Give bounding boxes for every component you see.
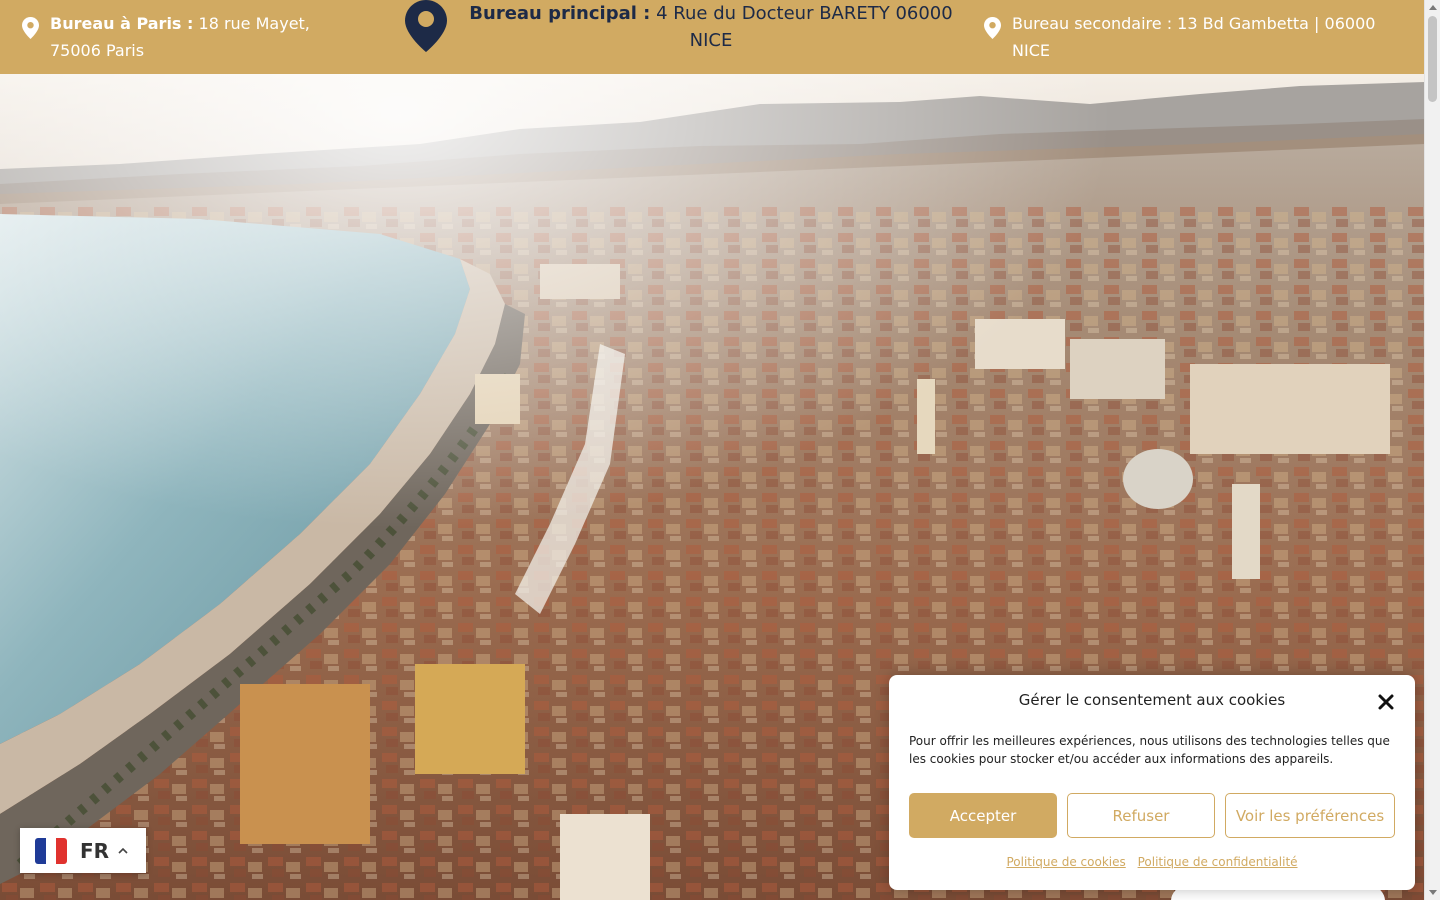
cookie-policy-link[interactable]: Politique de cookies: [1006, 855, 1125, 869]
map-pin-icon: [22, 17, 39, 39]
address-bar: Bureau à Paris : 18 rue Mayet, 75006 Par…: [0, 0, 1425, 74]
language-code: FR: [80, 838, 110, 863]
map-pin-icon: [984, 17, 1001, 39]
cookie-banner-text: Pour offrir les meilleures expériences, …: [909, 734, 1390, 766]
scroll-thumb[interactable]: [1428, 16, 1437, 102]
main-office: Bureau principal : 4 Rue du Docteur BARE…: [405, 0, 965, 54]
cookie-consent-banner: Gérer le consentement aux cookies Pour o…: [889, 675, 1415, 890]
cookie-banner-title: Gérer le consentement aux cookies: [1018, 691, 1286, 709]
accept-button[interactable]: Accepter: [909, 793, 1057, 838]
scroll-up-icon[interactable]: [1429, 5, 1437, 10]
page-scrollbar[interactable]: [1424, 0, 1440, 900]
main-office-label: Bureau principal :: [469, 3, 651, 24]
privacy-policy-link[interactable]: Politique de confidentialité: [1138, 855, 1298, 869]
preferences-button[interactable]: Voir les préférences: [1225, 793, 1395, 838]
page: Bureau à Paris : 18 rue Mayet, 75006 Par…: [0, 0, 1440, 900]
cookie-policy-links: Politique de cookies Politique de confid…: [889, 855, 1415, 869]
paris-office-label: Bureau à Paris :: [50, 14, 194, 33]
language-switcher[interactable]: FR: [20, 828, 146, 873]
paris-office: Bureau à Paris : 18 rue Mayet, 75006 Par…: [22, 10, 352, 64]
secondary-office-address: Bureau secondaire : 13 Bd Gambetta | 060…: [1012, 14, 1376, 60]
main-office-address: 4 Rue du Docteur BARETY 06000 NICE: [656, 3, 953, 51]
refuse-button[interactable]: Refuser: [1067, 793, 1215, 838]
secondary-office: Bureau secondaire : 13 Bd Gambetta | 060…: [984, 10, 1384, 64]
close-icon[interactable]: [1377, 693, 1395, 711]
scroll-down-icon[interactable]: [1429, 890, 1437, 895]
chevron-up-icon: [118, 847, 128, 854]
france-flag-icon: [35, 837, 67, 864]
map-pin-icon: [405, 0, 447, 52]
